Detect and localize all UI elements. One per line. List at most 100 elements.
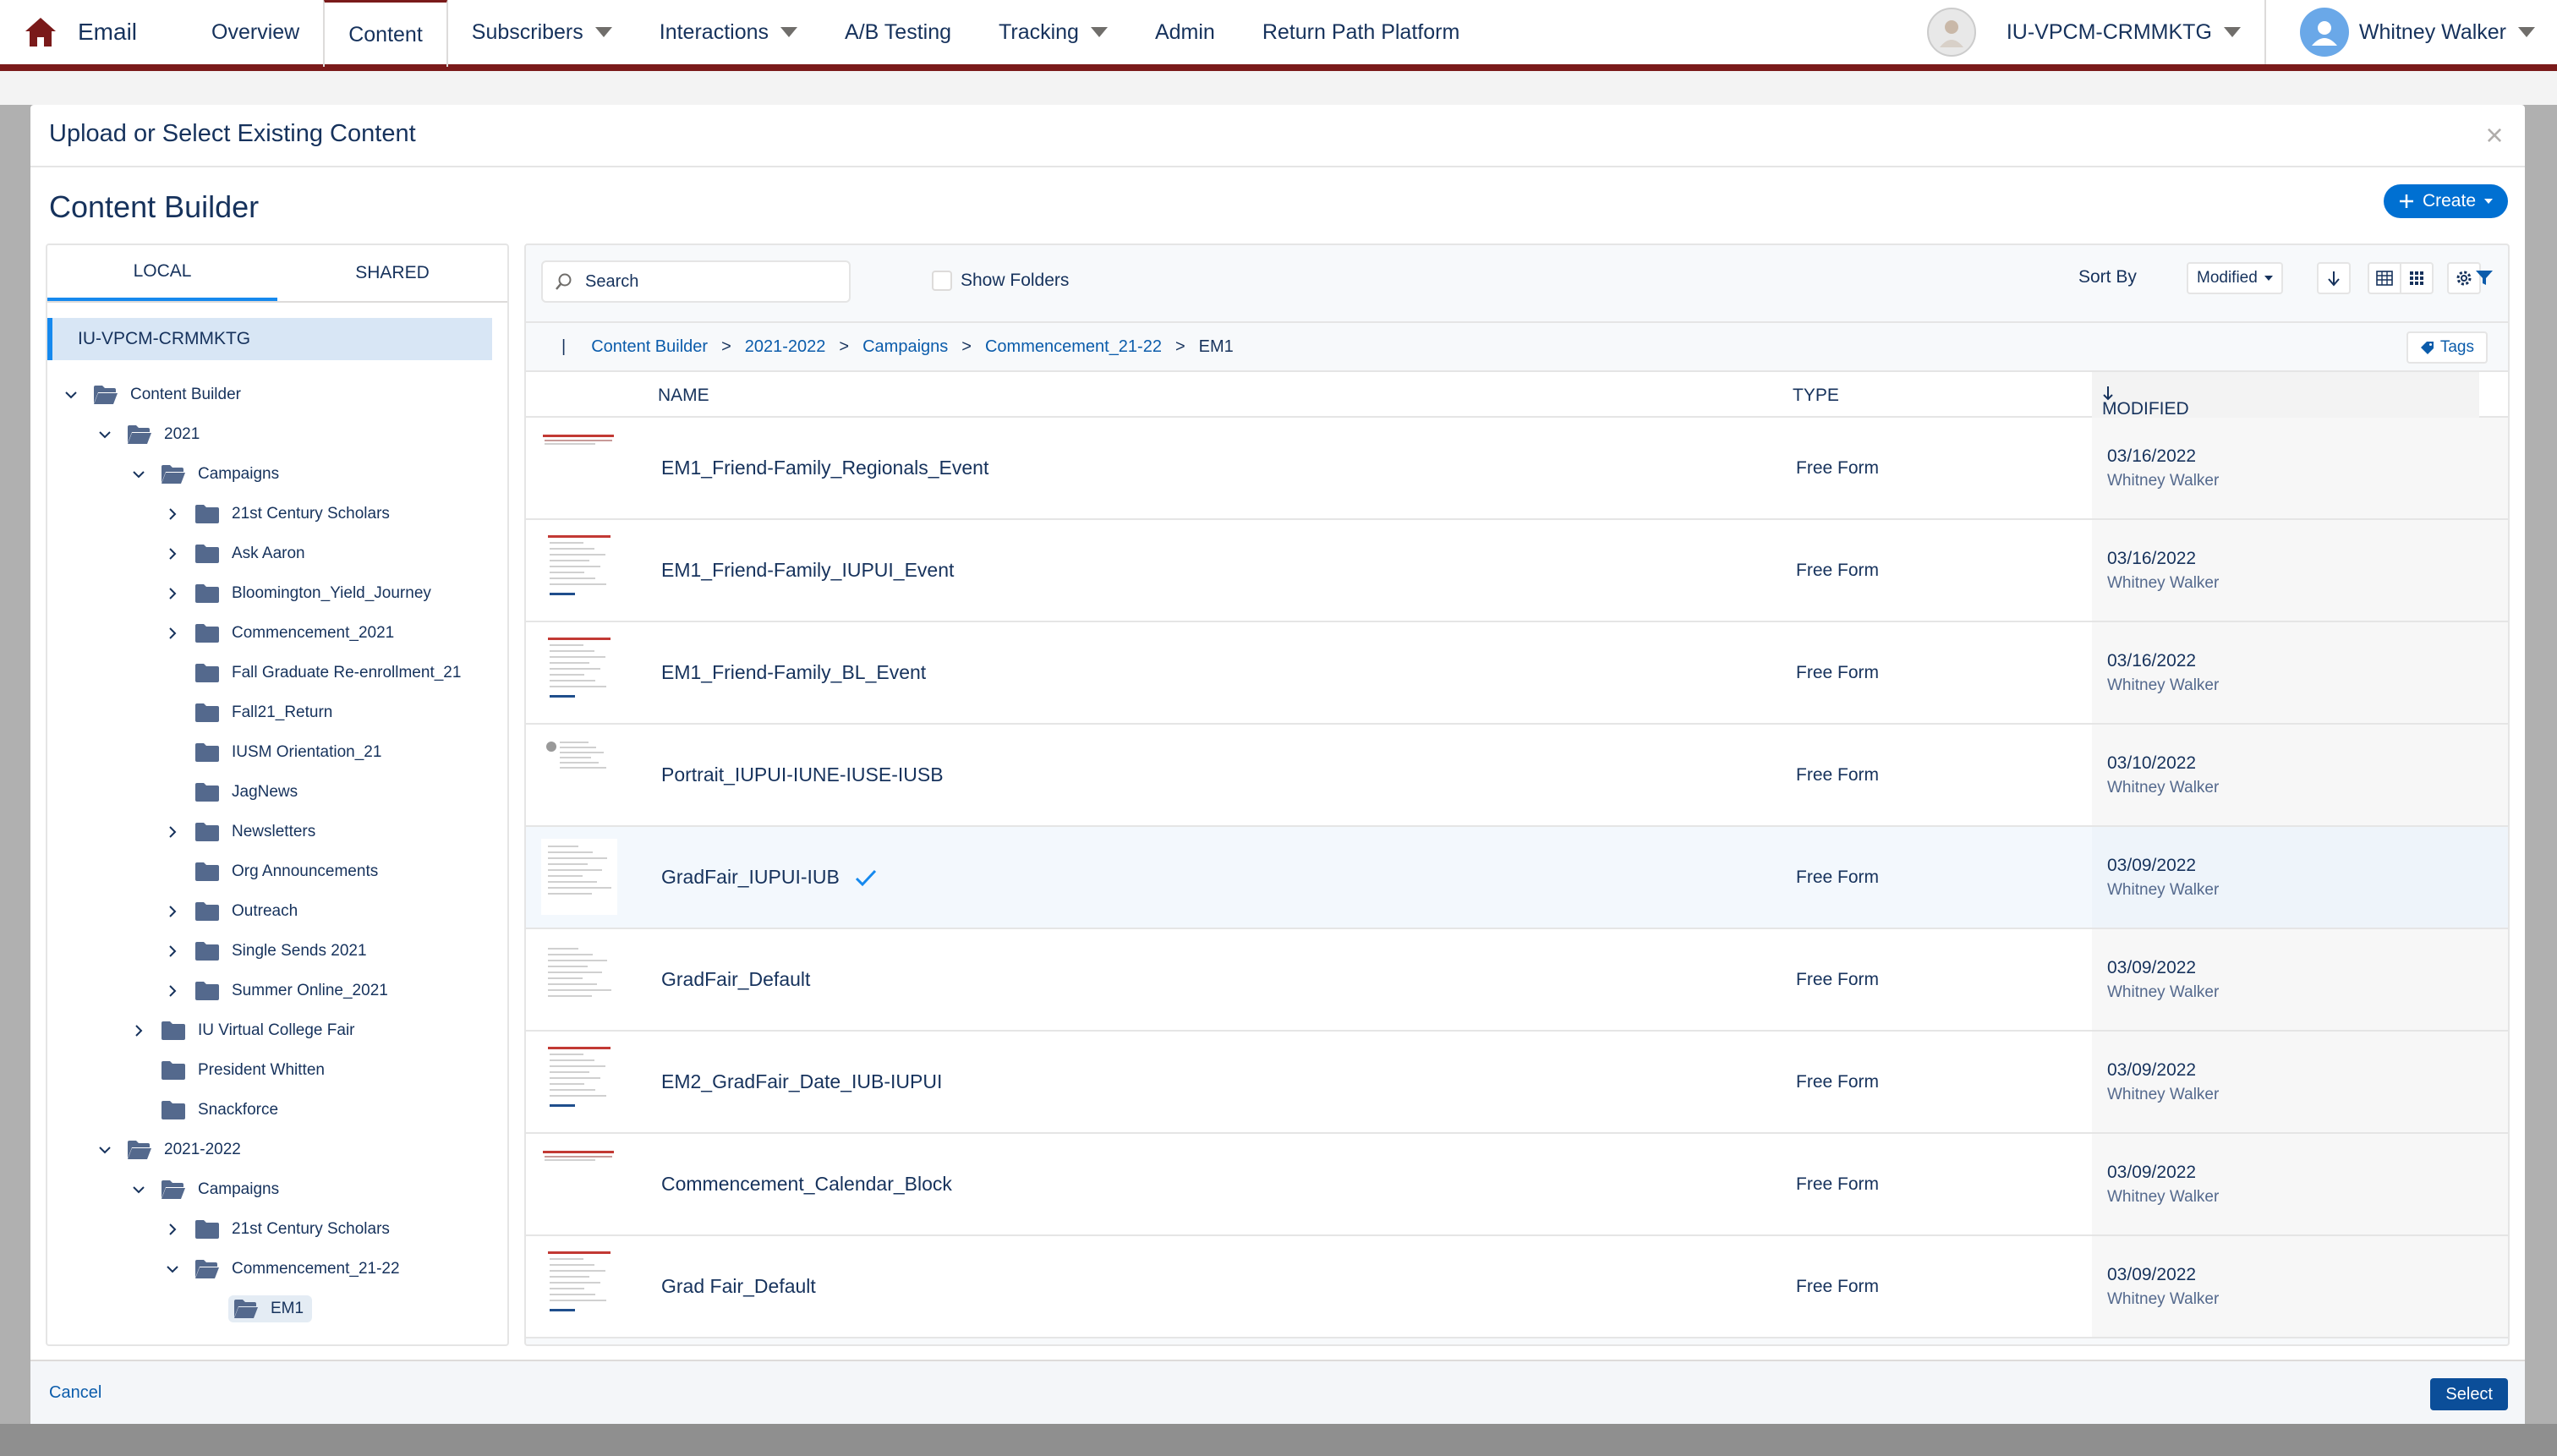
nav-item-admin[interactable]: Admin [1131,0,1239,64]
home-icon[interactable] [19,10,63,54]
nav-item-overview[interactable]: Overview [188,0,323,64]
folder-tree-item[interactable]: Commencement_2021 [164,614,394,653]
folder-tree-item[interactable]: Campaigns [130,455,279,494]
tab-local[interactable]: LOCAL [47,245,277,301]
content-name-cell[interactable]: Grad Fair_Default [661,1275,816,1298]
user-menu[interactable]: Whitney Walker [2266,8,2557,57]
folder-tree-item[interactable]: Summer Online_2021 [164,972,388,1010]
breadcrumb-item[interactable]: Campaigns [862,337,948,356]
chevron-right-icon[interactable] [164,625,181,642]
folder-tree-label: 2021-2022 [164,1141,241,1158]
content-name: EM1_Friend-Family_Regionals_Event [661,457,989,479]
folder-tree-item[interactable]: JagNews [164,773,298,812]
table-row[interactable]: GradFair_Default Free Form 03/09/2022 Whitn… [526,929,2508,1032]
column-header-type[interactable]: TYPE [1793,386,1839,406]
folder-tree-item[interactable]: 21st Century Scholars [164,495,390,534]
folder-open-icon [233,1299,259,1319]
nav-item-return-path-platform[interactable]: Return Path Platform [1239,0,1483,64]
content-name-cell[interactable]: Portrait_IUPUI-IUNE-IUSE-IUSB [661,764,944,786]
grid-view-button[interactable] [2400,262,2434,294]
nav-item-tracking[interactable]: Tracking [975,0,1131,64]
chevron-down-icon[interactable] [96,1141,113,1158]
folder-tree-item[interactable]: Single Sends 2021 [164,932,367,971]
nav-item-subscribers[interactable]: Subscribers [448,0,636,64]
content-name-cell[interactable]: GradFair_Default [661,968,810,991]
folder-tree-item[interactable]: Fall Graduate Re-enrollment_21 [164,654,461,692]
folder-tree-item[interactable]: Bloomington_Yield_Journey [164,574,431,613]
show-folders-checkbox[interactable] [932,271,952,291]
folder-tree-item[interactable]: IUSM Orientation_21 [164,733,381,772]
chevron-down-icon[interactable] [130,466,147,483]
business-unit-switcher[interactable]: IU-VPCM-CRMMKTG [2007,0,2266,64]
content-name-cell[interactable]: Commencement_Calendar_Block [661,1173,952,1196]
list-view-button[interactable] [2368,262,2401,294]
content-name-cell[interactable]: GradFair_IUPUI-IUB [661,866,877,889]
business-unit-root[interactable]: IU-VPCM-CRMMKTG [47,318,492,360]
folder-tree-item[interactable]: Org Announcements [164,852,378,891]
folder-tree-item[interactable]: 21st Century Scholars [164,1210,390,1249]
table-row[interactable]: Grad Fair_Default Free Form 03/09/2022 Whit… [526,1236,2508,1338]
chevron-down-icon[interactable] [130,1181,147,1198]
content-thumbnail [541,839,617,915]
folder-tree-item[interactable]: Commencement_21-22 [164,1250,400,1289]
tags-button[interactable]: Tags [2406,331,2488,364]
content-name-cell[interactable]: EM1_Friend-Family_Regionals_Event [661,457,988,479]
table-row[interactable]: Commencement_Calendar_Block Free Form 03/0… [526,1134,2508,1236]
content-name-cell[interactable]: EM2_GradFair_Date_IUB-IUPUI [661,1070,942,1093]
tab-shared[interactable]: SHARED [277,245,507,301]
table-row[interactable]: EM1_Friend-Family_BL_Event Free Form 03/16… [526,622,2508,725]
folder-tree-item[interactable]: Ask Aaron [164,534,305,573]
folder-tree-item[interactable]: Snackforce [130,1091,278,1130]
breadcrumb-current: EM1 [1198,337,1234,356]
table-row[interactable]: Portrait_IUPUI-IUNE-IUSE-IUSB Free Form 03… [526,725,2508,827]
folder-tree-item[interactable]: Outreach [164,892,298,931]
chevron-down-icon[interactable] [164,1261,181,1278]
nav-item-content[interactable]: Content [323,0,448,67]
folder-tree-item[interactable]: Fall21_Return [164,693,332,732]
table-row[interactable]: GradFair_IUPUI-IUB Free Form 03/09/2022 Whi… [526,827,2508,929]
folder-tree-item[interactable]: Campaigns [130,1170,279,1209]
chevron-right-icon[interactable] [164,1221,181,1238]
breadcrumb-item[interactable]: Content Builder [591,337,708,356]
folder-tree-item[interactable]: 2021 [96,415,200,454]
folder-tree-item[interactable]: President Whitten [130,1051,325,1090]
folder-tree-label-wrap: Snackforce [161,1100,278,1120]
folder-tree-label: President Whitten [198,1061,325,1079]
chevron-right-icon[interactable] [164,903,181,920]
breadcrumb-item[interactable]: Commencement_21-22 [985,337,1162,356]
table-row[interactable]: EM1_Friend-Family_Regionals_Event Free Fo… [526,418,2508,520]
chevron-right-icon[interactable] [130,1022,147,1039]
select-button[interactable]: Select [2430,1378,2508,1410]
chevron-right-icon[interactable] [164,585,181,602]
sort-direction-button[interactable] [2317,262,2351,294]
breadcrumb-item[interactable]: 2021-2022 [745,337,826,356]
column-header-modified[interactable]: MODIFIED [2102,386,2189,419]
chevron-right-icon[interactable] [164,983,181,999]
chevron-right-icon[interactable] [164,506,181,523]
column-header-name[interactable]: NAME [658,386,709,406]
table-row[interactable]: EM2_GradFair_Date_IUB-IUPUI Free Form 03/0… [526,1032,2508,1134]
nav-item-a-b-testing[interactable]: A/B Testing [821,0,975,64]
search-input[interactable]: Search [541,260,851,303]
chevron-down-icon [2484,199,2493,204]
folder-tree-item[interactable]: Content Builder [63,375,241,414]
folder-tree-item[interactable]: IU Virtual College Fair [130,1011,355,1050]
sort-select[interactable]: Modified [2187,262,2283,294]
chevron-down-icon[interactable] [63,386,79,403]
folder-tree-item[interactable]: Newsletters [164,813,315,851]
cancel-button[interactable]: Cancel [49,1383,101,1403]
content-name-cell[interactable]: EM1_Friend-Family_BL_Event [661,661,926,684]
chevron-right-icon[interactable] [164,824,181,840]
nav-item-interactions[interactable]: Interactions [636,0,821,64]
close-icon[interactable]: × [2478,118,2511,152]
create-button[interactable]: Create [2383,184,2508,218]
table-row[interactable]: EM1_Friend-Family_IUPUI_Event Free Form 03… [526,520,2508,622]
filter-button[interactable] [2467,262,2501,294]
chevron-down-icon[interactable] [96,426,113,443]
chevron-right-icon[interactable] [164,545,181,562]
chevron-right-icon[interactable] [164,943,181,960]
folder-tree-item[interactable]: 2021-2022 [96,1130,241,1169]
folder-tree-item[interactable]: EM1 [198,1289,313,1328]
show-folders-toggle[interactable]: Show Folders [932,271,1069,291]
content-name-cell[interactable]: EM1_Friend-Family_IUPUI_Event [661,559,954,582]
